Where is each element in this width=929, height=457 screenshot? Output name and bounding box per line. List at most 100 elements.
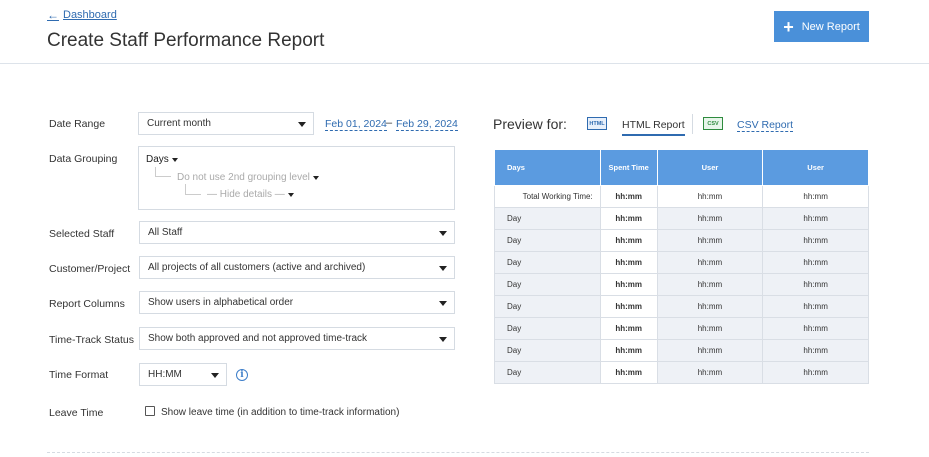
user-time-cell: hh:mm [762, 229, 869, 252]
table-row: Day hh:mm hh:mm hh:mm [494, 229, 869, 252]
user-time-cell: hh:mm [656, 361, 764, 384]
date-from-link[interactable]: Feb 01, 2024 [325, 118, 387, 131]
day-cell: Day [494, 339, 601, 362]
spent-time-cell: hh:mm [599, 251, 658, 274]
leave-time-checkbox[interactable] [145, 406, 155, 416]
grouping-level-1-select[interactable]: Days [146, 154, 178, 165]
day-cell: Day [494, 251, 601, 274]
tab-divider [692, 114, 693, 134]
html-file-icon: HTML [587, 117, 607, 130]
user-time-cell: hh:mm [656, 207, 764, 230]
column-header-spent-time: Spent Time [599, 149, 658, 186]
user-time-cell: hh:mm [762, 339, 869, 362]
date-to-link[interactable]: Feb 29, 2024 [396, 118, 458, 131]
customer-project-value: All projects of all customers (active an… [148, 262, 366, 273]
arrow-left-icon: ← [47, 8, 59, 22]
total-label-cell: Total Working Time: [494, 185, 601, 208]
grouping-box: Days Do not use 2nd grouping level — Hid… [138, 146, 455, 210]
time-track-status-value: Show both approved and not approved time… [148, 333, 368, 344]
total-user-cell: hh:mm [762, 185, 869, 208]
table-row: Day hh:mm hh:mm hh:mm [494, 251, 869, 274]
customer-project-select[interactable]: All projects of all customers (active an… [139, 256, 455, 279]
user-time-cell: hh:mm [762, 273, 869, 296]
user-time-cell: hh:mm [656, 229, 764, 252]
chevron-down-icon [439, 231, 447, 236]
tab-html-report[interactable]: HTML Report [622, 119, 685, 136]
spent-time-cell: hh:mm [599, 317, 658, 340]
table-row: Day hh:mm hh:mm hh:mm [494, 339, 869, 362]
user-time-cell: hh:mm [762, 317, 869, 340]
preview-table: Days Spent Time User User Total Working … [494, 149, 869, 384]
chevron-down-icon [211, 373, 219, 378]
time-format-value: HH:MM [148, 369, 182, 380]
csv-file-icon: CSV [703, 117, 723, 130]
spent-time-cell: hh:mm [599, 273, 658, 296]
time-format-label: Time Format [49, 369, 109, 381]
info-icon[interactable]: i [236, 369, 248, 381]
preview-for-label: Preview for: [493, 116, 567, 132]
table-row: Day hh:mm hh:mm hh:mm [494, 207, 869, 230]
spent-time-cell: hh:mm [599, 229, 658, 252]
leave-time-checkbox-label: Show leave time (in addition to time-tra… [161, 407, 400, 418]
new-report-button[interactable]: + New Report [774, 11, 869, 42]
column-header-days: Days [494, 149, 601, 186]
tab-csv-report[interactable]: CSV Report [737, 119, 794, 132]
report-columns-value: Show users in alphabetical order [148, 297, 294, 308]
time-track-status-label: Time-Track Status [49, 334, 134, 346]
time-format-select[interactable]: HH:MM [139, 363, 227, 386]
total-user-cell: hh:mm [656, 185, 764, 208]
chevron-down-icon [439, 266, 447, 271]
caret-down-icon [287, 192, 294, 197]
tree-connector [155, 167, 171, 177]
day-cell: Day [494, 317, 601, 340]
report-columns-select[interactable]: Show users in alphabetical order [139, 291, 455, 314]
column-header-user: User [656, 149, 764, 186]
user-time-cell: hh:mm [762, 361, 869, 384]
day-cell: Day [494, 273, 601, 296]
page-header: ← Dashboard Create Staff Performance Rep… [0, 0, 929, 64]
back-to-dashboard-link[interactable]: ← Dashboard [47, 8, 117, 22]
day-cell: Day [494, 229, 601, 252]
table-row: Day hh:mm hh:mm hh:mm [494, 273, 869, 296]
day-cell: Day [494, 207, 601, 230]
grouping-level-2-value: Do not use 2nd grouping level [177, 172, 310, 183]
caret-down-icon [312, 175, 319, 180]
spent-time-cell: hh:mm [599, 295, 658, 318]
table-row: Day hh:mm hh:mm hh:mm [494, 295, 869, 318]
grouping-level-3-value: — Hide details — [207, 189, 285, 200]
leave-time-label: Leave Time [49, 407, 104, 419]
date-separator: – [386, 117, 393, 129]
grouping-level-3-select[interactable]: — Hide details — [207, 189, 294, 200]
date-range-select[interactable]: Current month [138, 112, 314, 135]
bottom-divider [47, 452, 869, 453]
grouping-level-2-select[interactable]: Do not use 2nd grouping level [177, 172, 319, 183]
column-header-user: User [762, 149, 869, 186]
selected-staff-label: Selected Staff [49, 228, 115, 240]
spent-time-cell: hh:mm [599, 207, 658, 230]
selected-staff-select[interactable]: All Staff [139, 221, 455, 244]
grouping-level-1-value: Days [146, 154, 169, 165]
back-link-label: Dashboard [63, 9, 117, 21]
time-track-status-select[interactable]: Show both approved and not approved time… [139, 327, 455, 350]
day-cell: Day [494, 361, 601, 384]
tree-connector [185, 184, 201, 195]
table-row: Day hh:mm hh:mm hh:mm [494, 361, 869, 384]
total-spent-cell: hh:mm [599, 185, 658, 208]
date-range-value: Current month [147, 118, 211, 129]
new-report-label: New Report [801, 20, 860, 33]
date-range-label: Date Range [49, 118, 106, 130]
day-cell: Day [494, 295, 601, 318]
user-time-cell: hh:mm [762, 251, 869, 274]
spent-time-cell: hh:mm [599, 361, 658, 384]
total-row: Total Working Time: hh:mm hh:mm hh:mm [494, 185, 869, 208]
user-time-cell: hh:mm [656, 295, 764, 318]
user-time-cell: hh:mm [762, 207, 869, 230]
chevron-down-icon [439, 337, 447, 342]
chevron-down-icon [439, 301, 447, 306]
spent-time-cell: hh:mm [599, 339, 658, 362]
caret-down-icon [171, 157, 178, 162]
table-header-row: Days Spent Time User User [494, 149, 869, 186]
table-row: Day hh:mm hh:mm hh:mm [494, 317, 869, 340]
user-time-cell: hh:mm [656, 251, 764, 274]
page-title: Create Staff Performance Report [47, 30, 325, 51]
